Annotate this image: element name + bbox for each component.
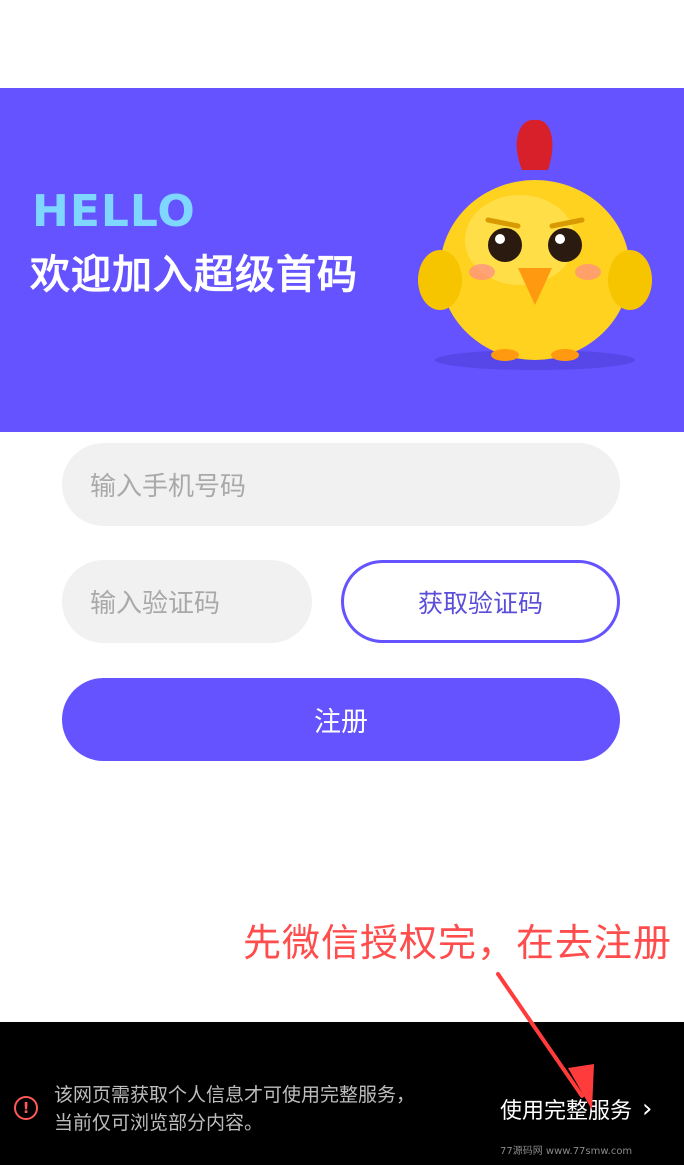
warning-icon: ! [14,1096,38,1120]
chevron-right-icon: › [642,1094,653,1124]
get-code-button[interactable]: 获取验证码 [341,560,620,643]
chick-mascot-icon [418,119,652,370]
auth-notice-text: 该网页需获取个人信息才可使用完整服务，当前仅可浏览部分内容。 [54,1084,416,1134]
phone-input-placeholder: 输入手机号码 [90,472,247,502]
phone-input[interactable]: 输入手机号码 [62,443,620,526]
banner-welcome-text: 欢迎加入超级首码 [30,252,358,298]
get-code-label: 获取验证码 [417,588,543,618]
banner-hello-text: HELLO [32,186,196,237]
annotation-text: 先微信授权完，在去注册 [242,921,672,965]
verification-code-input[interactable]: 输入验证码 [62,560,312,643]
annotation-arrow-icon [496,972,594,1110]
register-label: 注册 [314,707,368,738]
code-input-placeholder: 输入验证码 [90,589,221,619]
register-button[interactable]: 注册 [62,678,620,761]
watermark-text: 77源码网 www.77smw.com [500,1146,633,1157]
